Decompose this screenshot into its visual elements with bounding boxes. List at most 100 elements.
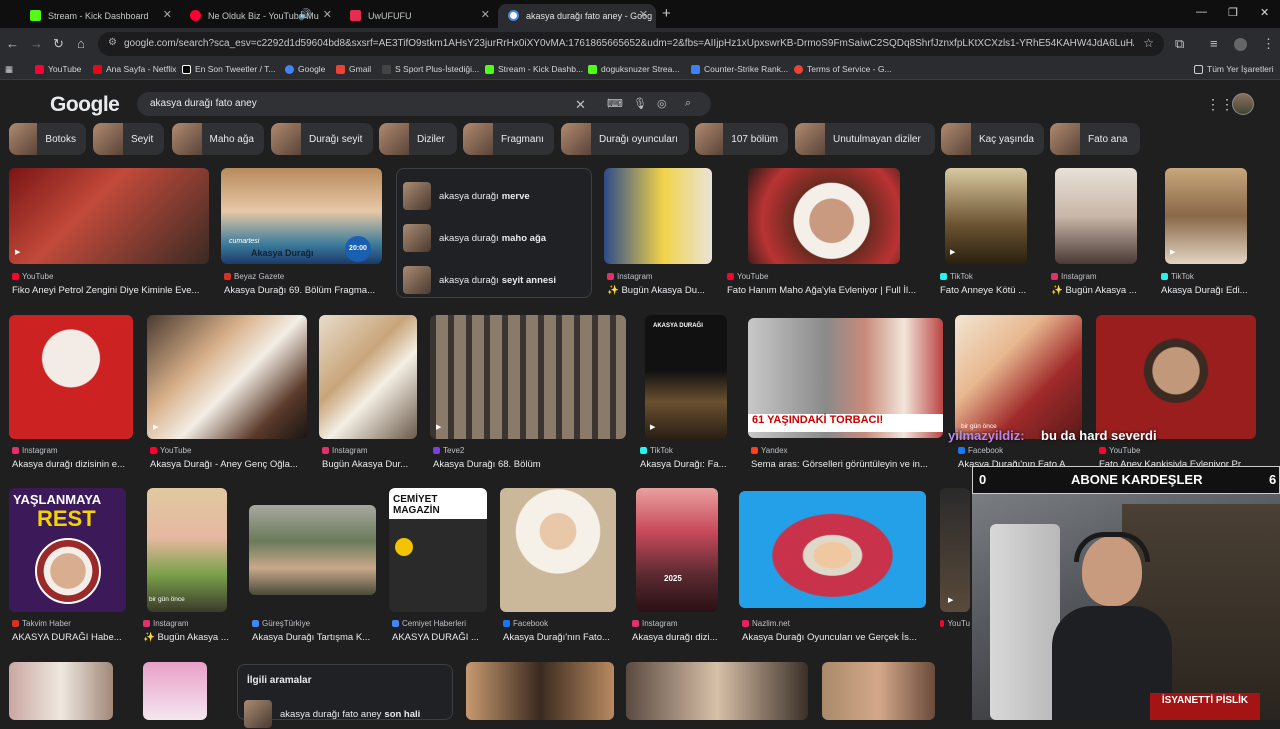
maximize-icon[interactable]: ❐ (1228, 6, 1238, 19)
result-image[interactable]: 2025 (636, 488, 718, 612)
result-image[interactable]: CEMİYET MAGAZİN (389, 488, 487, 612)
result-caption[interactable]: Akasya Durağı: Fa... (640, 459, 732, 470)
result-image[interactable] (9, 315, 133, 439)
result-image[interactable]: cumartesi 20:00 Akasya Durağı (221, 168, 382, 264)
bookmark-star-icon[interactable]: ☆ (1143, 36, 1154, 50)
result-image[interactable]: ▶ (945, 168, 1027, 264)
result-image[interactable]: ▶ (940, 488, 970, 612)
chip-diziler[interactable]: Diziler (379, 123, 457, 155)
result-caption[interactable]: Akasya Durağı Oyuncuları ve Gerçek İs... (742, 632, 930, 643)
bookmark-google[interactable]: Google (285, 64, 325, 74)
tab-uwufufu[interactable]: UwUFUFU ✕ (340, 4, 498, 28)
chip-fragmani[interactable]: Fragmanı (463, 123, 554, 155)
result-caption[interactable]: Akasya Durağı 69. Bölüm Fragma... (224, 285, 384, 296)
chip-duragi-oyunculari[interactable]: Durağı oyuncuları (561, 123, 689, 155)
keyboard-icon[interactable]: ⌨ (607, 97, 623, 110)
result-caption[interactable]: Fato Hanım Maho Ağa'yla Evleniyor | Full… (727, 285, 925, 296)
home-icon[interactable]: ⌂ (77, 36, 85, 51)
search-input[interactable]: akasya durağı fato aney (150, 98, 257, 109)
result-caption[interactable]: AKASYA DURAĞI Habe... (12, 632, 130, 643)
result-caption[interactable]: Akasya durağı dizisinin e... (12, 459, 136, 470)
speaker-icon[interactable]: 🔊 (298, 8, 312, 21)
close-icon[interactable]: ✕ (481, 8, 490, 21)
result-image[interactable] (466, 662, 614, 720)
result-image[interactable]: bir gün önce (147, 488, 227, 612)
search-box[interactable]: akasya durağı fato aney ✕ | ⌨ 🎙 ◎ ⌕ (137, 92, 711, 116)
bookmark-counter-strike[interactable]: Counter-Strike Rank... (691, 64, 788, 74)
result-caption[interactable]: Fiko Aneyi Petrol Zengini Diye Kiminle E… (12, 285, 212, 296)
result-image[interactable] (1055, 168, 1137, 264)
tab-google-search[interactable]: akasya durağı fato aney - Goog ✕ (498, 4, 656, 28)
clear-icon[interactable]: ✕ (575, 97, 586, 113)
menu-icon[interactable]: ⋮ (1262, 36, 1275, 52)
result-caption[interactable]: Akasya durağı dizi... (632, 632, 724, 643)
result-image[interactable]: 61 YAŞINDAKİ TORBACI! (748, 318, 943, 438)
result-caption[interactable]: Akasya Durağı'nın Fato... (503, 632, 615, 643)
result-image[interactable]: ▶ (9, 168, 209, 264)
result-caption[interactable]: ✨ Bugün Akasya ... (1051, 285, 1143, 296)
profile-icon[interactable] (1234, 38, 1247, 51)
result-caption[interactable]: Akasya Durağı Edi... (1161, 285, 1261, 296)
account-avatar[interactable] (1232, 93, 1254, 115)
result-image[interactable]: ▶ (147, 315, 307, 439)
search-icon[interactable]: ⌕ (685, 97, 691, 110)
related-search-item[interactable]: akasya durağı seyit annesi (403, 265, 587, 295)
chip-107-bolum[interactable]: 107 bölüm (695, 123, 788, 155)
result-caption[interactable]: Bugün Akasya Dur... (322, 459, 418, 470)
chip-unutulmayan-diziler[interactable]: Unutulmayan diziler (795, 123, 935, 155)
close-window-icon[interactable]: ✕ (1260, 6, 1269, 19)
result-image[interactable] (604, 168, 712, 264)
related-search-item[interactable]: akasya durağı maho ağa (403, 223, 587, 253)
reading-list-icon[interactable]: ≡ (1210, 36, 1218, 51)
result-image[interactable] (319, 315, 417, 439)
chip-duragi-seyit[interactable]: Durağı seyit (271, 123, 373, 155)
result-image[interactable] (143, 662, 207, 720)
bookmark-kick-stream[interactable]: doguksnuzer Strea... (588, 64, 679, 74)
mic-icon[interactable]: 🎙 (633, 97, 647, 110)
forward-icon[interactable]: → (30, 36, 43, 51)
bookmark-youtube[interactable]: YouTube (35, 64, 81, 74)
apps-grid-icon[interactable]: ▦ (5, 64, 13, 75)
result-caption[interactable]: AKASYA DURAĞI ... (392, 632, 488, 643)
result-caption[interactable]: Akasya Durağı - Aney Genç Oğla... (150, 459, 310, 470)
extensions-icon[interactable]: ⧉ (1175, 36, 1184, 52)
result-image[interactable] (626, 662, 808, 720)
result-caption[interactable]: ✨ Bugün Akasya Du... (607, 285, 715, 296)
bookmark-netflix[interactable]: Ana Sayfa - Netflix (93, 64, 176, 74)
result-caption[interactable]: Akasya Durağı 68. Bölüm (433, 459, 629, 470)
result-image[interactable] (822, 662, 935, 720)
result-image[interactable] (739, 491, 926, 608)
lens-icon[interactable]: ◎ (657, 97, 667, 110)
related-search-item[interactable]: akasya durağı fato aney son hali (244, 699, 428, 729)
bookmark-gmail[interactable]: Gmail (336, 64, 371, 74)
result-caption[interactable]: ✨ Bugün Akasya ... (143, 632, 235, 643)
result-image[interactable] (1096, 315, 1256, 439)
all-bookmarks[interactable]: Tüm Yer İşaretleri (1194, 64, 1274, 74)
result-image[interactable]: ▶ (1165, 168, 1247, 264)
tab-kick-dashboard[interactable]: Stream - Kick Dashboard ✕ (20, 4, 180, 28)
result-image[interactable] (9, 662, 113, 720)
result-image[interactable] (249, 505, 376, 595)
close-icon[interactable]: ✕ (163, 8, 172, 21)
related-search-item[interactable]: akasya durağı merve (403, 181, 587, 211)
minimize-icon[interactable]: — (1196, 6, 1207, 18)
chip-botoks[interactable]: Botoks (9, 123, 86, 155)
close-icon[interactable]: ✕ (639, 8, 648, 21)
chip-seyit[interactable]: Seyit (93, 123, 164, 155)
chip-maho-aga[interactable]: Maho ağa (172, 123, 264, 155)
tab-youtube-music[interactable]: Ne Olduk Biz - YouTube Mu 🔊 ✕ (180, 4, 340, 28)
result-image[interactable]: AKASYA DURAĞI ▶ (645, 315, 727, 439)
result-image[interactable] (748, 168, 900, 264)
bookmark-twitter[interactable]: En Son Tweetler / T... (182, 64, 275, 74)
bookmark-kick-dashboard[interactable]: Stream - Kick Dashb... (485, 64, 583, 74)
result-image[interactable] (500, 488, 616, 612)
google-logo[interactable]: Google (50, 93, 120, 117)
back-icon[interactable]: ← (6, 36, 19, 51)
bookmark-terms[interactable]: Terms of Service - G... (794, 64, 892, 74)
reload-icon[interactable]: ↻ (53, 36, 64, 52)
chip-fato-ana[interactable]: Fato ana (1050, 123, 1140, 155)
chip-kac-yasinda[interactable]: Kaç yaşında (941, 123, 1044, 155)
result-caption[interactable]: Fato Anneye Kötü ... (940, 285, 1032, 296)
result-caption[interactable]: Akasya Durağı Tartışma K... (252, 632, 380, 643)
result-caption[interactable]: Sema aras: Görselleri görüntüleyin ve in… (751, 459, 941, 470)
